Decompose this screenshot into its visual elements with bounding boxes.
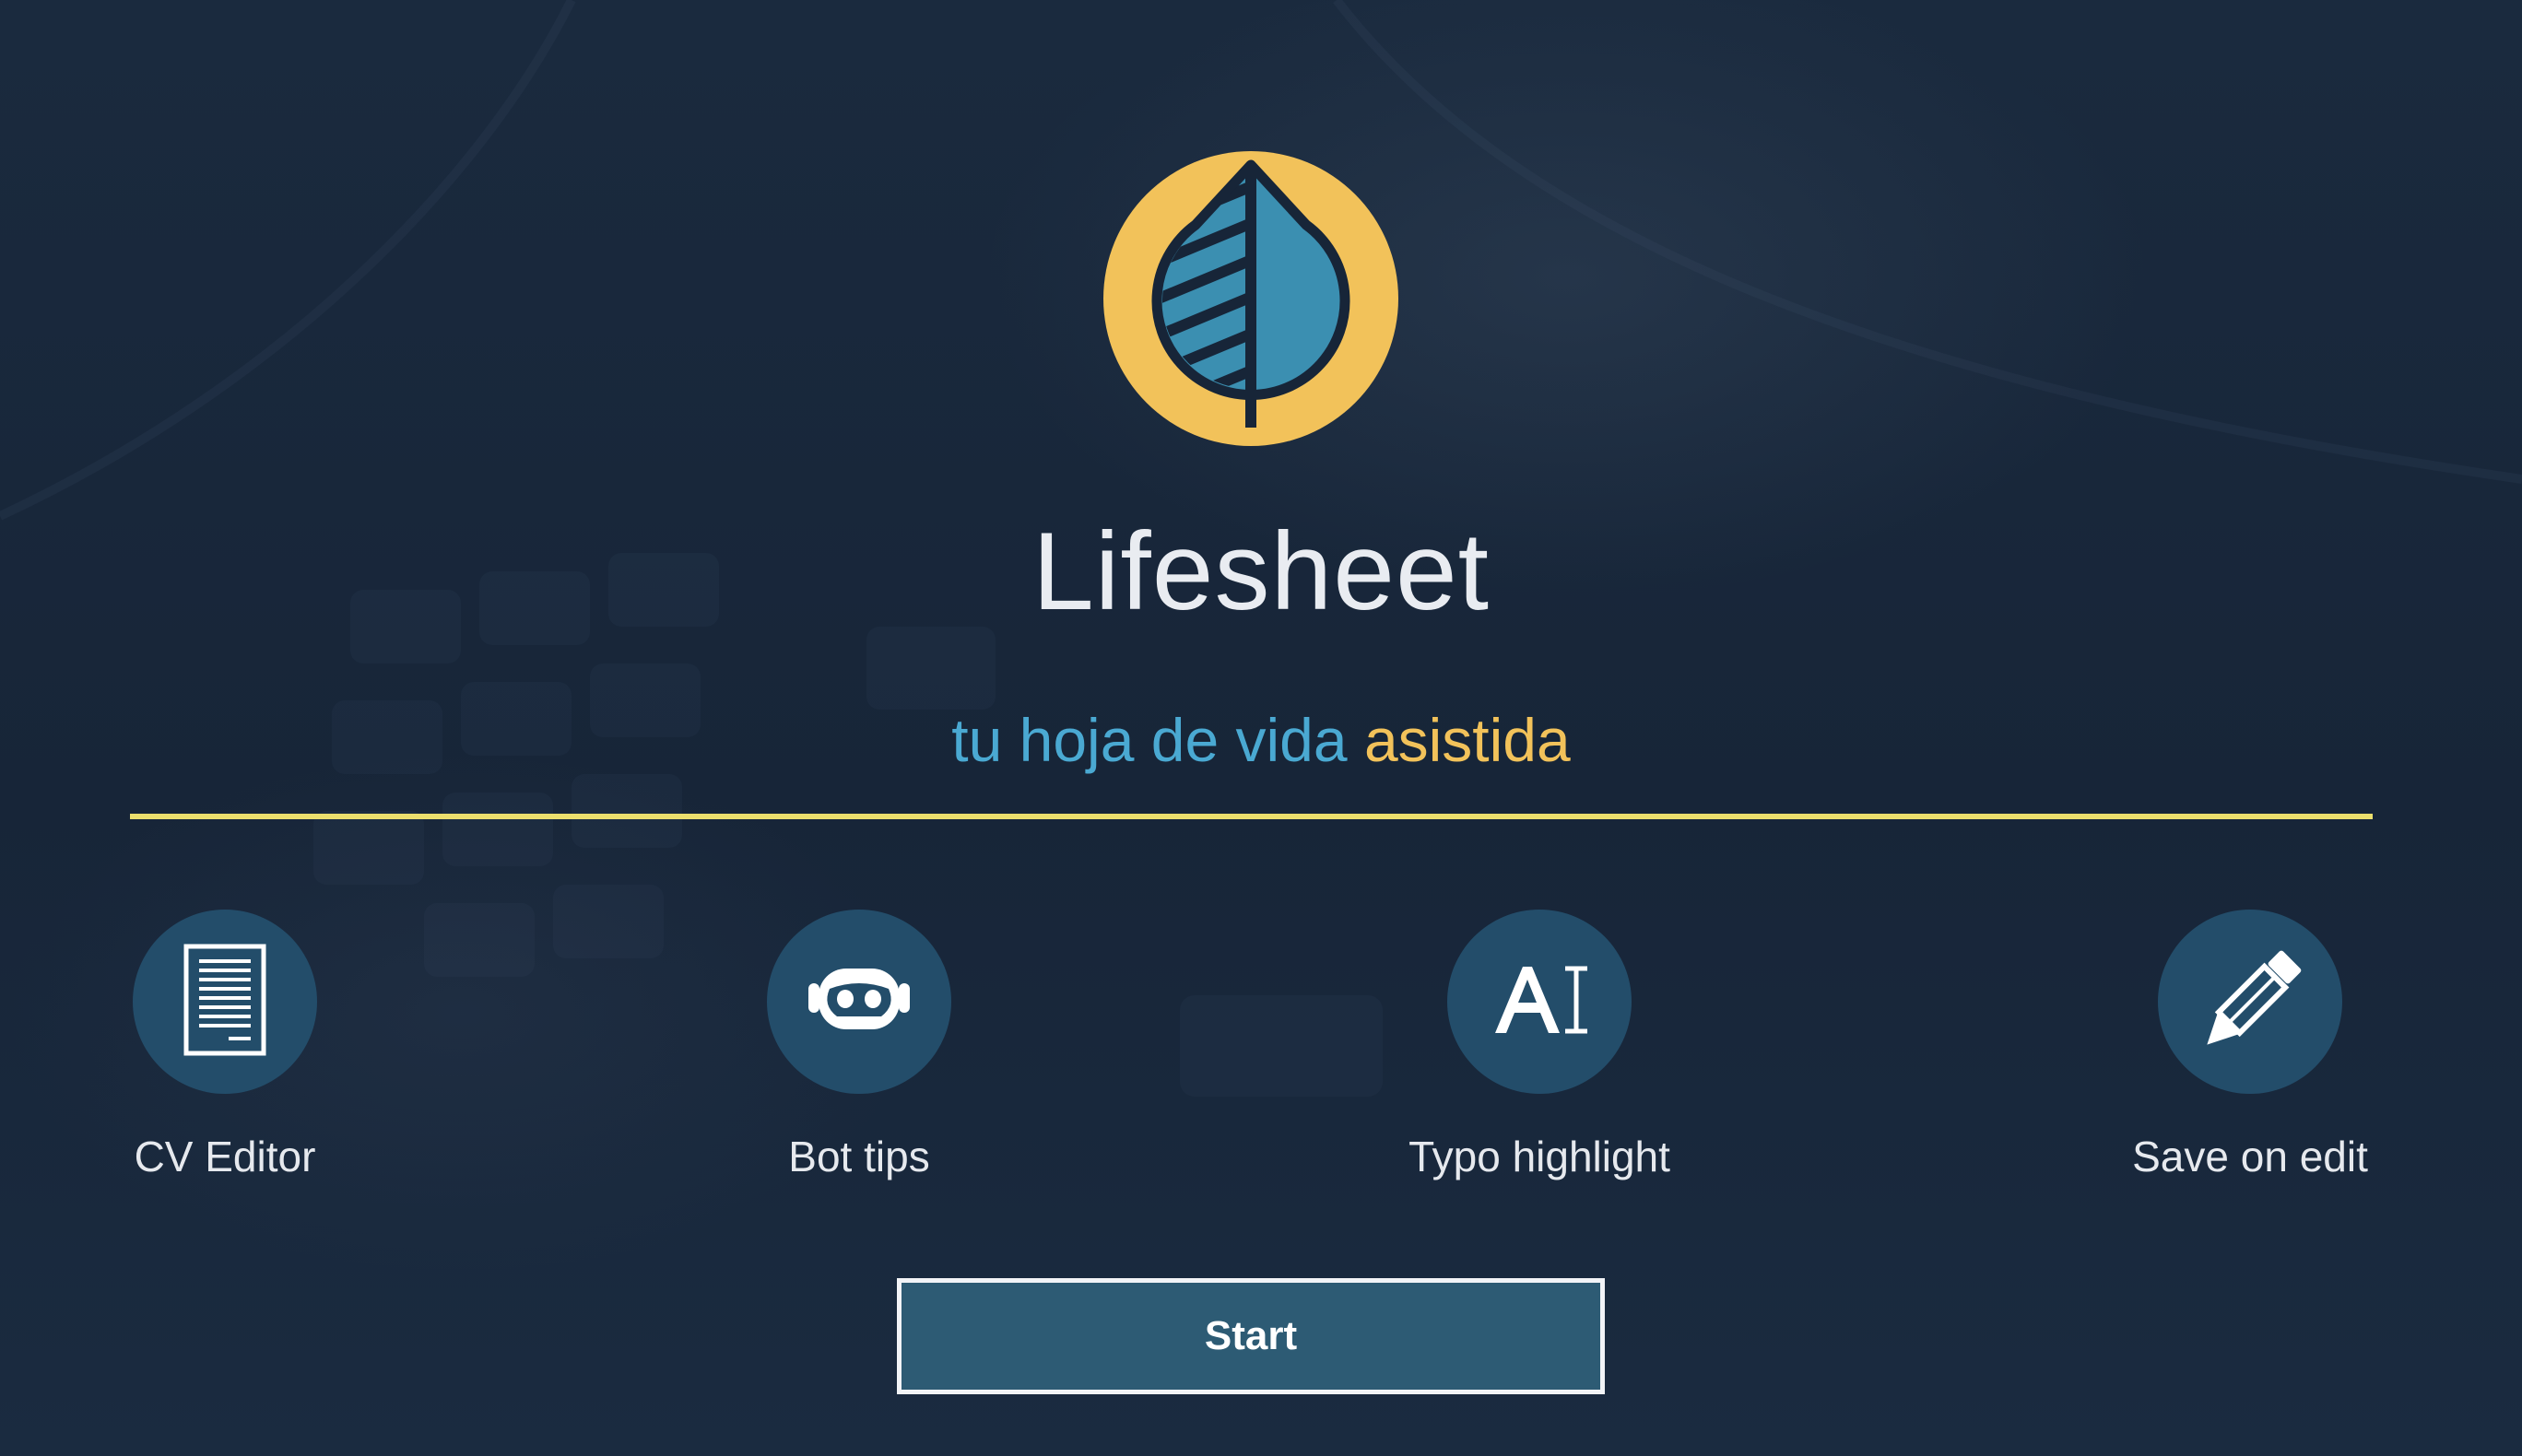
- text-cursor-icon: [1447, 910, 1632, 1094]
- document-icon: [133, 910, 317, 1094]
- feature-label: Typo highlight: [1408, 1133, 1670, 1180]
- tagline-highlight: asistida: [1363, 706, 1571, 774]
- feature-label: CV Editor: [134, 1133, 316, 1180]
- lifesheet-logo: [1103, 151, 1398, 446]
- feature-label: Save on edit: [2132, 1133, 2368, 1180]
- feature-save-on-edit: Save on edit: [2084, 910, 2416, 1204]
- feature-bot-tips: Bot tips: [693, 910, 1025, 1204]
- pencil-icon: [2158, 910, 2342, 1094]
- feature-label: Bot tips: [788, 1133, 930, 1180]
- app-title: Lifesheet: [1031, 510, 1491, 633]
- start-button[interactable]: Start: [897, 1278, 1605, 1394]
- tagline: tu hoja de vida asistida: [0, 699, 2522, 781]
- robot-icon: [767, 910, 951, 1094]
- feature-cv-editor: CV Editor: [59, 910, 391, 1204]
- divider: [130, 814, 2373, 819]
- tagline-text: tu hoja de vida: [951, 706, 1348, 774]
- feature-typo-highlight: Typo highlight: [1373, 910, 1705, 1204]
